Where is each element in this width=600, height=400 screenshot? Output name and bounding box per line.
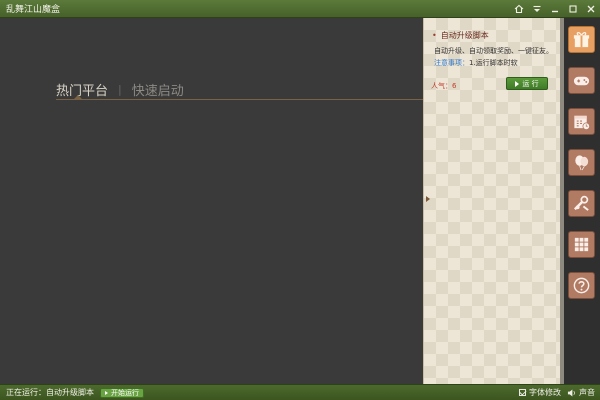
maximize-button[interactable]: [564, 0, 582, 18]
balloon-icon: [575, 155, 589, 171]
help-icon: [573, 277, 590, 294]
running-status-text: 正在运行：自动升级脚本: [6, 388, 94, 397]
sound-toggle[interactable]: 声音: [567, 387, 595, 398]
note-label: 注意事项：: [434, 59, 469, 67]
font-modify-label: 字体修改: [529, 388, 561, 397]
start-run-label: 开始运行: [111, 388, 139, 397]
minimize-icon: [552, 10, 558, 12]
play-icon: [515, 80, 520, 87]
minimize-button[interactable]: [546, 0, 564, 18]
status-right-controls: 字体修改 声音: [519, 387, 600, 398]
tab-active-indicator: [74, 95, 82, 99]
sidebar-calendar-button[interactable]: [568, 108, 595, 135]
tab-hot-platforms[interactable]: 热门平台: [56, 80, 108, 99]
bullet: •: [432, 31, 437, 40]
script-panel: • 自动升级脚本 自动升级、自动领取奖励、一键征友。 注意事项：1.运行脚本时软 …: [423, 18, 560, 384]
right-sidebar: [564, 18, 600, 384]
main-content: 热门平台 | 快速启动: [0, 18, 423, 384]
tab-separator: |: [118, 83, 122, 96]
calendar-icon: [574, 115, 590, 130]
close-icon: [587, 5, 595, 12]
script-name: 自动升级脚本: [440, 31, 489, 40]
home-button[interactable]: [510, 0, 528, 18]
play-icon: [105, 390, 108, 395]
sidebar-help-button[interactable]: [568, 272, 595, 299]
run-button[interactable]: 运 行: [506, 77, 548, 90]
script-note: 注意事项：1.运行脚本时软: [434, 58, 518, 68]
speaker-icon: [567, 388, 575, 397]
sidebar-apps-button[interactable]: [568, 231, 595, 258]
sidebar-tools-button[interactable]: [568, 190, 595, 217]
menu-button[interactable]: [528, 0, 546, 18]
script-card-title[interactable]: • 自动升级脚本: [432, 30, 489, 41]
run-button-label: 运 行: [522, 79, 539, 88]
sidebar-balloon-button[interactable]: [568, 149, 595, 176]
tools-icon: [573, 195, 589, 211]
script-description: 自动升级、自动领取奖励、一键征友。: [434, 47, 553, 55]
grid-icon: [574, 237, 589, 252]
title-bar[interactable]: 乱舞江山魔盒: [0, 0, 600, 18]
menu-icon: [533, 5, 541, 12]
gift-icon: [573, 32, 590, 48]
maximize-icon: [569, 4, 577, 13]
gamepad-icon: [573, 76, 590, 86]
checkbox-checked-icon[interactable]: [519, 389, 526, 396]
sound-label: 声音: [579, 388, 595, 397]
sidebar-game-button[interactable]: [568, 67, 595, 94]
app-window: 乱舞江山魔盒 热门平台 | 快速启动 • 自动升级脚本 自动升级、自动领取奖励、…: [0, 0, 600, 400]
tab-underline: [56, 99, 423, 100]
popularity-count: 人气：6: [431, 82, 457, 90]
note-text: 1.运行脚本时软: [469, 59, 518, 67]
close-button[interactable]: [582, 0, 600, 18]
font-modify-toggle[interactable]: 字体修改: [519, 387, 561, 398]
status-bar: 正在运行：自动升级脚本 开始运行 字体修改 声音: [0, 384, 600, 400]
tab-quick-launch[interactable]: 快速启动: [132, 80, 184, 99]
sidebar-gift-button[interactable]: [568, 26, 595, 53]
home-icon: [514, 4, 524, 13]
start-run-button[interactable]: 开始运行: [100, 387, 144, 398]
panel-collapse-arrow-icon[interactable]: [426, 196, 430, 202]
window-title: 乱舞江山魔盒: [6, 5, 61, 15]
